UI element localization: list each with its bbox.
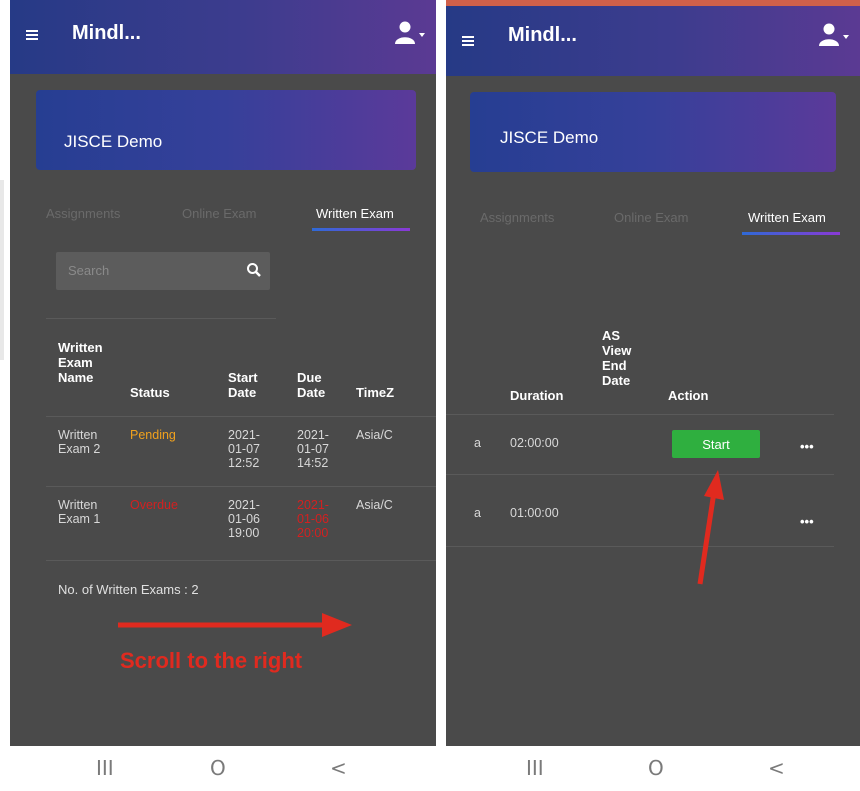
- tab-written-exam[interactable]: Written Exam: [748, 210, 826, 225]
- back-button[interactable]: <: [330, 756, 347, 780]
- app-bar: Mindl...: [10, 0, 436, 74]
- search-input[interactable]: Search: [56, 252, 270, 290]
- row1-name: Written Exam 2: [58, 428, 101, 456]
- recents-button[interactable]: III: [526, 756, 544, 780]
- menu-icon[interactable]: [462, 36, 474, 48]
- divider: [46, 318, 276, 319]
- row2-start-date: 2021- 01-06 19:00: [228, 498, 260, 540]
- tab-online-exam[interactable]: Online Exam: [614, 210, 688, 225]
- back-button[interactable]: <: [768, 756, 785, 780]
- row1-timezone: Asia/C: [356, 428, 393, 442]
- header-start-date: Start Date: [228, 370, 258, 400]
- row1-more-options[interactable]: •••: [800, 439, 814, 454]
- tab-online-exam[interactable]: Online Exam: [182, 206, 256, 221]
- screen: Mindl... JISCE Demo Assignments Online E…: [446, 6, 860, 746]
- app-title: Mindl...: [72, 22, 141, 44]
- row2-timezone: Asia/C: [356, 498, 393, 512]
- scroll-right-arrow: [118, 613, 352, 637]
- row-divider: [46, 486, 436, 487]
- header-action: Action: [668, 388, 709, 403]
- header-timezone: TimeZ: [356, 385, 395, 400]
- row2-name: Written Exam 1: [58, 498, 101, 526]
- course-title: JISCE Demo: [500, 128, 599, 147]
- search-placeholder: Search: [68, 263, 110, 278]
- left-phone-screenshot: Mindl... JISCE Demo Assignments Online E…: [0, 0, 436, 791]
- home-button[interactable]: O: [210, 756, 226, 780]
- row-divider: [446, 414, 834, 415]
- android-nav-bar: III O <: [0, 746, 436, 791]
- row2-duration: 01:00:00: [510, 506, 559, 520]
- tab-assignments[interactable]: Assignments: [46, 206, 120, 221]
- tab-written-exam[interactable]: Written Exam: [316, 206, 394, 221]
- course-card: JISCE Demo: [36, 90, 416, 170]
- row1-duration: 02:00:00: [510, 436, 559, 450]
- row1-start-date: 2021- 01-07 12:52: [228, 428, 260, 470]
- row-divider: [46, 416, 436, 417]
- header-status: Status: [130, 385, 170, 400]
- active-tab-indicator: [312, 228, 410, 231]
- active-tab-indicator: [742, 232, 840, 235]
- app-title: Mindl...: [508, 24, 577, 46]
- tab-bar: Assignments Online Exam Written Exam: [10, 200, 436, 240]
- row2-more-options[interactable]: •••: [800, 514, 814, 529]
- right-phone-screenshot: Mindl... JISCE Demo Assignments Online E…: [442, 0, 860, 791]
- header-due-date: Due Date: [297, 370, 326, 400]
- start-exam-button[interactable]: Start: [672, 430, 760, 458]
- row2-timezone-tail: a: [474, 506, 481, 520]
- header-as-view-end-date: AS View End Date: [602, 328, 632, 388]
- scroll-hint-text: Scroll to the right: [120, 648, 303, 673]
- header-exam-name: Written Exam Name: [58, 340, 103, 385]
- tab-assignments[interactable]: Assignments: [480, 210, 554, 225]
- menu-icon[interactable]: [26, 30, 38, 42]
- user-account-icon[interactable]: [392, 20, 426, 46]
- edge-handle: [0, 180, 4, 360]
- row2-due-date: 2021- 01-06 20:00: [297, 498, 329, 540]
- row-divider: [46, 560, 436, 561]
- tab-bar: Assignments Online Exam Written Exam: [446, 204, 860, 244]
- exam-count: No. of Written Exams : 2: [58, 582, 199, 597]
- row1-timezone-tail: a: [474, 436, 481, 450]
- row-divider: [446, 546, 834, 547]
- screen: Mindl... JISCE Demo Assignments Online E…: [10, 0, 436, 746]
- android-nav-bar: III O <: [442, 746, 860, 791]
- course-title: JISCE Demo: [64, 132, 163, 151]
- point-to-start-arrow: [697, 470, 724, 585]
- home-button[interactable]: O: [648, 756, 664, 780]
- header-duration: Duration: [510, 388, 564, 403]
- row1-due-date: 2021- 01-07 14:52: [297, 428, 329, 470]
- row1-status: Pending: [130, 428, 176, 442]
- course-card: JISCE Demo: [470, 92, 836, 172]
- row-divider: [446, 474, 834, 475]
- recents-button[interactable]: III: [96, 756, 114, 780]
- user-account-icon[interactable]: [816, 22, 850, 48]
- app-bar: Mindl...: [446, 6, 860, 76]
- search-icon[interactable]: [246, 262, 262, 278]
- row2-status: Overdue: [130, 498, 178, 512]
